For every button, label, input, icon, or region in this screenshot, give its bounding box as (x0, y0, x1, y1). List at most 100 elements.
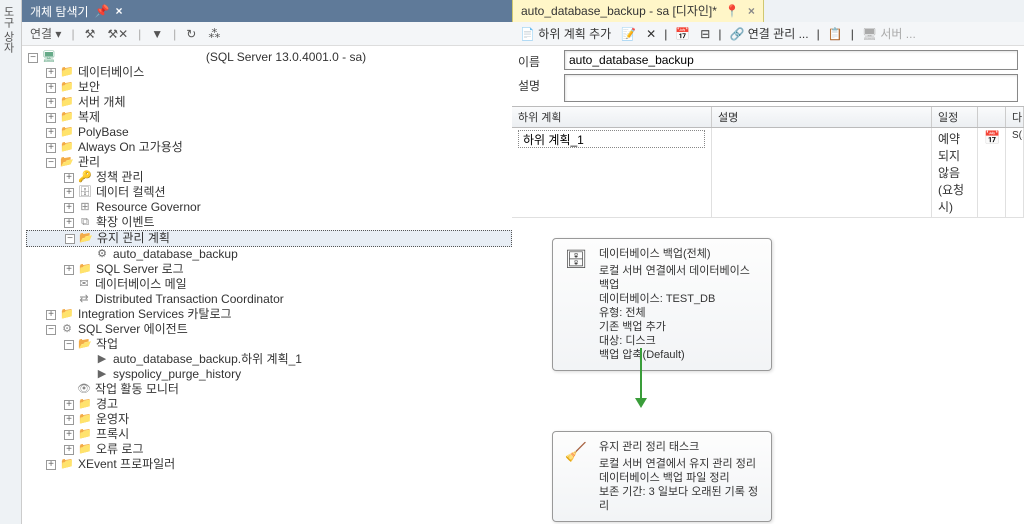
tree-sql-logs[interactable]: +📁SQL Server 로그 (26, 262, 512, 277)
tree-databases[interactable]: +📁데이터베이스 (26, 65, 512, 80)
pin-icon[interactable]: 📌 (95, 4, 110, 18)
folder-icon: 📁 (77, 398, 93, 412)
tree-db-mail[interactable]: ✉데이터베이스 메일 (26, 277, 512, 292)
folder-icon: 📁 (77, 263, 93, 277)
backup-icon: 🗄 (563, 247, 589, 362)
last-cell: S(... (1006, 128, 1024, 218)
expand-icon[interactable]: + (64, 415, 74, 425)
folder-icon: 📁 (59, 81, 75, 95)
toolbar-btn-3[interactable]: ⁂ (206, 27, 222, 41)
tree-operators[interactable]: +📁운영자 (26, 412, 512, 427)
toolbar-icon-2[interactable]: ✕ (644, 27, 658, 41)
tree-jobs[interactable]: −📂작업 (26, 337, 512, 352)
arrow-head-icon (635, 398, 647, 408)
toolbar-icon-4[interactable]: ⊟ (698, 27, 712, 41)
tree-root[interactable]: −🖥(SQL Server 13.0.4001.0 - sa) (26, 50, 512, 65)
expand-icon[interactable]: + (46, 113, 56, 123)
tree-alerts[interactable]: +📁경고 (26, 397, 512, 412)
pin-icon[interactable]: 📍 (725, 4, 740, 18)
tree-maint-plans[interactable]: −📂유지 관리 계획 (26, 230, 512, 247)
tree-agent[interactable]: −⚙SQL Server 에이전트 (26, 322, 512, 337)
collapse-icon[interactable]: − (64, 340, 74, 350)
expand-icon[interactable]: + (64, 430, 74, 440)
subplan-cell-input[interactable] (518, 130, 705, 148)
key-icon: 🔑 (77, 171, 93, 185)
tree-view[interactable]: −🖥(SQL Server 13.0.4001.0 - sa) +📁데이터베이스… (22, 46, 512, 524)
tree-alwayson[interactable]: +📁Always On 고가용성 (26, 140, 512, 155)
expand-icon[interactable]: + (64, 400, 74, 410)
toolbar-icon-1[interactable]: 📝 (619, 27, 638, 41)
expand-icon[interactable]: + (46, 460, 56, 470)
cleanup-task-box[interactable]: 🧹 유지 관리 정리 태스크 로컬 서버 연결에서 유지 관리 정리 데이터베이… (552, 431, 772, 522)
close-icon[interactable]: × (748, 4, 755, 18)
calendar-icon[interactable]: 📅 (984, 130, 1000, 145)
expand-icon[interactable]: + (46, 68, 56, 78)
agent-icon: ⚙ (59, 323, 75, 337)
connect-button[interactable]: 연결 ▾ (28, 25, 63, 42)
tree-proxies[interactable]: +📁프록시 (26, 427, 512, 442)
connector-arrow[interactable] (640, 348, 642, 398)
tree-job-1[interactable]: ▶auto_database_backup.하위 계획_1 (26, 352, 512, 367)
desc-cell[interactable] (712, 128, 932, 218)
collapse-icon[interactable]: − (46, 158, 56, 168)
expand-icon[interactable]: + (64, 445, 74, 455)
subplan-row[interactable]: 예약되지 않음(요청 시) 📅 S(... (512, 128, 1024, 218)
tree-job-activity[interactable]: 👁작업 활동 모니터 (26, 382, 512, 397)
toolbar-icon-5[interactable]: 📋 (826, 27, 845, 41)
server-icon: 🖥 (41, 51, 57, 65)
tree-management[interactable]: −📂관리 (26, 155, 512, 170)
collection-icon: 🗄 (77, 186, 93, 200)
mail-icon: ✉ (76, 278, 92, 292)
tree-ext-events[interactable]: +⧉확장 이벤트 (26, 215, 512, 230)
tree-resource-gov[interactable]: +⊞Resource Governor (26, 200, 512, 215)
tree-policy-mgmt[interactable]: +🔑정책 관리 (26, 170, 512, 185)
refresh-icon[interactable]: ↻ (184, 27, 198, 41)
expand-icon[interactable]: + (46, 310, 56, 320)
expand-icon[interactable]: + (46, 98, 56, 108)
expand-icon[interactable]: + (64, 188, 74, 198)
folder-icon: 📁 (59, 66, 75, 80)
tree-replication[interactable]: +📁복제 (26, 110, 512, 125)
tree-maint-plan-item[interactable]: ⚙auto_database_backup (26, 247, 512, 262)
add-subplan-button[interactable]: 📄 하위 계획 추가 (518, 25, 613, 42)
expand-icon[interactable]: + (64, 218, 74, 228)
tree-polybase[interactable]: +📁PolyBase (26, 125, 512, 140)
tree-error-logs[interactable]: +📁오류 로그 (26, 442, 512, 457)
form-area: 이름 설명 (512, 46, 1024, 106)
tree-security[interactable]: +📁보안 (26, 80, 512, 95)
collapse-icon[interactable]: − (28, 53, 38, 63)
collapse-icon[interactable]: − (65, 234, 75, 244)
calendar-cell[interactable]: 📅 (978, 128, 1006, 218)
name-label: 이름 (518, 50, 558, 70)
expand-icon[interactable]: + (64, 173, 74, 183)
toolbar-btn-1[interactable]: ⚒ (83, 27, 98, 41)
expand-icon[interactable]: + (46, 83, 56, 93)
object-explorer-tab[interactable]: 개체 탐색기 📌 × (22, 0, 131, 23)
tree-server-objects[interactable]: +📁서버 개체 (26, 95, 512, 110)
tree-is-catalogs[interactable]: +📁Integration Services 카탈로그 (26, 307, 512, 322)
toolbox-vtab[interactable]: 도구 상자 (0, 0, 22, 524)
conn-mgmt-button[interactable]: 🔗 연결 관리 ... (727, 25, 810, 42)
expand-icon[interactable]: + (64, 203, 74, 213)
expand-icon[interactable]: + (64, 265, 74, 275)
tree-dtc[interactable]: ⇄Distributed Transaction Coordinator (26, 292, 512, 307)
left-panel-wrapper: 도구 상자 개체 탐색기 📌 × 연결 ▾ | ⚒ ⚒✕ | ▼ | ↻ ⁂ (0, 0, 512, 524)
collapse-icon[interactable]: − (46, 325, 56, 335)
schedule-cell[interactable]: 예약되지 않음(요청 시) (932, 128, 978, 218)
close-icon[interactable]: × (116, 4, 123, 18)
toolbar-btn-2[interactable]: ⚒✕ (105, 27, 130, 41)
tree-xevent[interactable]: +📁XEvent 프로파일러 (26, 457, 512, 472)
tree-job-2[interactable]: ▶syspolicy_purge_history (26, 367, 512, 382)
backup-task-box[interactable]: 🗄 데이터베이스 백업(전체) 로컬 서버 연결에서 데이터베이스 백업 데이터… (552, 238, 772, 371)
tree-data-collection[interactable]: +🗄데이터 컬렉션 (26, 185, 512, 200)
plan-icon: ⚙ (94, 248, 110, 262)
server-button[interactable]: 🖥 서버 ... (860, 25, 918, 42)
expand-icon[interactable]: + (46, 143, 56, 153)
document-tab[interactable]: auto_database_backup - sa [디자인]* 📍 × (512, 0, 764, 22)
desc-input[interactable] (564, 74, 1018, 102)
expand-icon[interactable]: + (46, 128, 56, 138)
filter-icon[interactable]: ▼ (149, 27, 165, 41)
toolbar-icon-3[interactable]: 📅 (673, 27, 692, 41)
name-input[interactable] (564, 50, 1018, 70)
design-canvas[interactable]: 🗄 데이터베이스 백업(전체) 로컬 서버 연결에서 데이터베이스 백업 데이터… (512, 218, 1024, 524)
